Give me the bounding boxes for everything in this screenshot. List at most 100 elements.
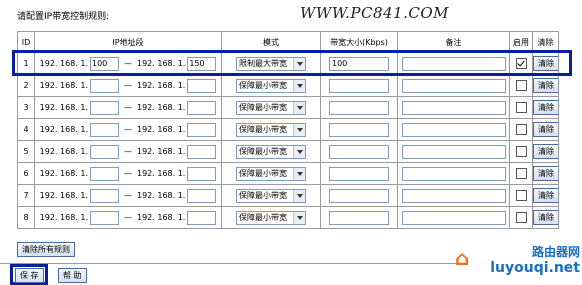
- help-button[interactable]: 帮 助: [58, 268, 87, 283]
- ip-range-cell: 192. 168. 1. — 192. 168. 1.: [34, 140, 222, 163]
- enable-checkbox[interactable]: [515, 102, 527, 113]
- mode-value: 保障最小带宽: [239, 191, 287, 200]
- chevron-down-icon[interactable]: [293, 167, 305, 180]
- ip-end-input[interactable]: [187, 100, 217, 115]
- chevron-down-icon[interactable]: [293, 57, 305, 70]
- ip-start-input[interactable]: [90, 210, 119, 225]
- ip-start-input[interactable]: [90, 122, 119, 137]
- mode-select[interactable]: 保障最小带宽: [236, 188, 306, 203]
- enable-cell: [509, 162, 533, 185]
- chevron-down-icon[interactable]: [293, 123, 305, 136]
- note-cell: [397, 140, 510, 163]
- mode-select[interactable]: 保障最小带宽: [236, 144, 306, 159]
- column-header-enable: 启用: [509, 31, 533, 53]
- table-row: 5 192. 168. 1. — 192. 168. 1. 保障最小带宽 清除: [17, 140, 559, 163]
- chevron-down-icon[interactable]: [293, 101, 305, 114]
- bandwidth-input[interactable]: [329, 122, 389, 137]
- ip-prefix-start: 192. 168. 1.: [39, 213, 88, 222]
- mode-value: 限制最大带宽: [239, 59, 287, 68]
- logo-en-text: luyouqi.net: [490, 260, 580, 276]
- note-input[interactable]: [401, 56, 506, 71]
- bandwidth-input[interactable]: [329, 78, 389, 93]
- bandwidth-input[interactable]: [329, 210, 389, 225]
- chevron-down-icon[interactable]: [293, 79, 305, 92]
- ip-start-input[interactable]: [90, 56, 119, 71]
- clear-all-rules-button[interactable]: 清除所有规则: [17, 242, 75, 257]
- ip-end-input[interactable]: [187, 56, 217, 71]
- ip-end-input[interactable]: [187, 78, 217, 93]
- ip-separator: —: [124, 81, 132, 90]
- save-button[interactable]: 保 存: [15, 268, 44, 283]
- enable-checkbox[interactable]: [515, 146, 527, 157]
- bandwidth-input[interactable]: [329, 144, 389, 159]
- clear-cell: 清除: [532, 184, 559, 207]
- clear-cell: 清除: [532, 74, 559, 97]
- bandwidth-input[interactable]: [329, 166, 389, 181]
- ip-prefix-start: 192. 168. 1.: [39, 59, 88, 68]
- clear-row-button[interactable]: 清除: [533, 100, 558, 115]
- enable-checkbox[interactable]: [515, 58, 527, 69]
- ip-prefix-end: 192. 168. 1.: [137, 81, 186, 90]
- mode-select[interactable]: 保障最小带宽: [236, 210, 306, 225]
- chevron-down-icon[interactable]: [293, 145, 305, 158]
- table-row: 1 192. 168. 1. — 192. 168. 1. 限制最大带宽 清除: [17, 52, 559, 75]
- ip-prefix-start: 192. 168. 1.: [39, 191, 88, 200]
- ip-prefix-end: 192. 168. 1.: [137, 59, 186, 68]
- mode-select[interactable]: 限制最大带宽: [236, 56, 306, 71]
- ip-prefix-start: 192. 168. 1.: [39, 103, 88, 112]
- table-row: 2 192. 168. 1. — 192. 168. 1. 保障最小带宽 清除: [17, 74, 559, 97]
- page-title: 请配置IP带宽控制规则:: [17, 12, 110, 22]
- mode-select[interactable]: 保障最小带宽: [236, 100, 306, 115]
- clear-row-button[interactable]: 清除: [533, 188, 558, 203]
- ip-start-input[interactable]: [90, 144, 119, 159]
- bandwidth-cell: [320, 162, 398, 185]
- bandwidth-input[interactable]: [329, 188, 389, 203]
- clear-cell: 清除: [532, 118, 559, 141]
- note-input[interactable]: [401, 166, 506, 181]
- enable-cell: [509, 118, 533, 141]
- mode-select[interactable]: 保障最小带宽: [236, 122, 306, 137]
- ip-end-input[interactable]: [187, 188, 217, 203]
- note-input[interactable]: [401, 122, 506, 137]
- enable-checkbox[interactable]: [515, 212, 527, 223]
- note-input[interactable]: [401, 78, 506, 93]
- note-input[interactable]: [401, 188, 506, 203]
- enable-checkbox[interactable]: [515, 124, 527, 135]
- clear-row-button[interactable]: 清除: [533, 210, 558, 225]
- bandwidth-input[interactable]: [329, 56, 389, 71]
- enable-checkbox[interactable]: [515, 190, 527, 201]
- watermark-text: WWW.PC841.COM: [300, 4, 449, 22]
- clear-row-button[interactable]: 清除: [533, 78, 558, 93]
- ip-end-input[interactable]: [187, 144, 217, 159]
- ip-prefix-end: 192. 168. 1.: [137, 169, 186, 178]
- note-input[interactable]: [401, 100, 506, 115]
- bandwidth-input[interactable]: [329, 100, 389, 115]
- clear-row-button[interactable]: 清除: [533, 122, 558, 137]
- ip-separator: —: [124, 59, 132, 68]
- ip-end-input[interactable]: [187, 166, 217, 181]
- chevron-down-icon[interactable]: [293, 189, 305, 202]
- ip-start-input[interactable]: [90, 100, 119, 115]
- ip-prefix-start: 192. 168. 1.: [39, 169, 88, 178]
- ip-end-input[interactable]: [187, 122, 217, 137]
- clear-row-button[interactable]: 清除: [533, 144, 558, 159]
- note-input[interactable]: [401, 210, 506, 225]
- mode-select[interactable]: 保障最小带宽: [236, 166, 306, 181]
- logo-cn-text: 路由器网: [531, 245, 580, 259]
- ip-prefix-start: 192. 168. 1.: [39, 81, 88, 90]
- ip-start-input[interactable]: [90, 166, 119, 181]
- chevron-down-icon[interactable]: [293, 211, 305, 224]
- clear-row-button[interactable]: 清除: [533, 56, 558, 71]
- ip-end-input[interactable]: [187, 210, 217, 225]
- clear-row-button[interactable]: 清除: [533, 166, 558, 181]
- ip-start-input[interactable]: [90, 188, 119, 203]
- bandwidth-cell: [320, 118, 398, 141]
- ip-separator: —: [124, 169, 132, 178]
- mode-cell: 保障最小带宽: [221, 118, 321, 141]
- enable-checkbox[interactable]: [515, 80, 527, 91]
- row-id: 6: [17, 162, 35, 185]
- mode-select[interactable]: 保障最小带宽: [236, 78, 306, 93]
- note-input[interactable]: [401, 144, 506, 159]
- ip-start-input[interactable]: [90, 78, 119, 93]
- enable-checkbox[interactable]: [515, 168, 527, 179]
